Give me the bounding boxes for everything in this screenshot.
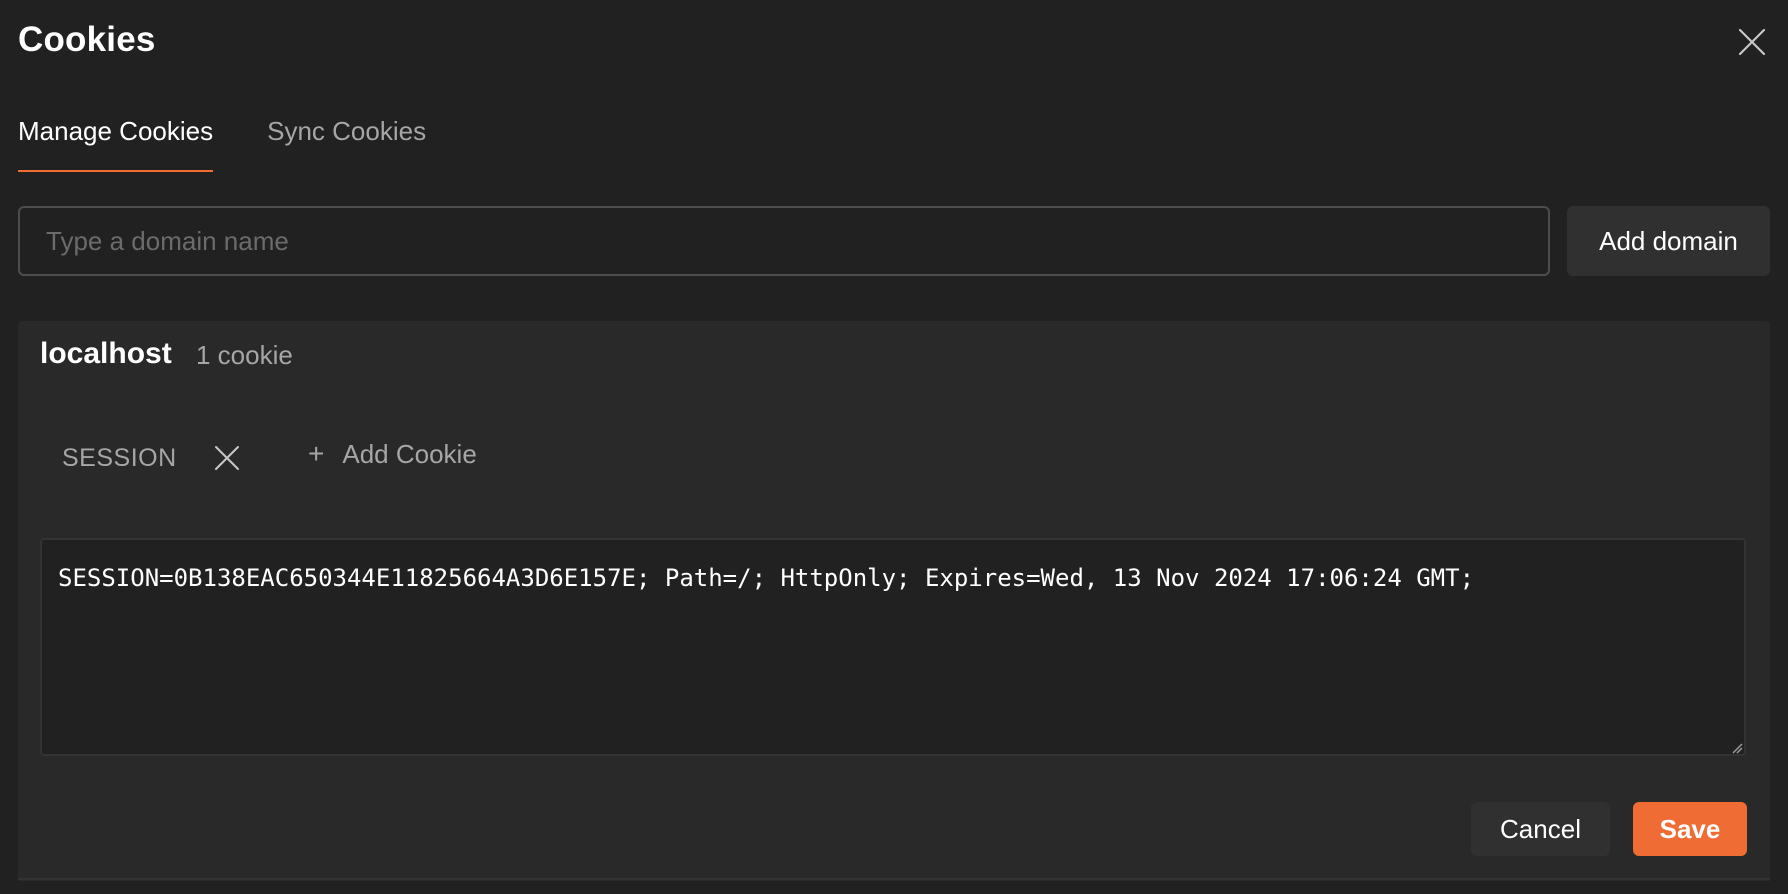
x-icon[interactable]	[213, 444, 241, 472]
add-cookie-button[interactable]: + Add Cookie	[308, 431, 477, 477]
add-cookie-label: Add Cookie	[342, 438, 477, 469]
domain-name: localhost	[40, 337, 172, 370]
cookie-chip-session: SESSION	[62, 435, 241, 481]
close-icon[interactable]	[1732, 22, 1772, 62]
divider	[18, 878, 1770, 880]
cancel-button[interactable]: Cancel	[1471, 802, 1610, 856]
plus-icon: +	[308, 438, 325, 469]
cookies-dialog: Cookies Manage Cookies Sync Cookies Add …	[0, 0, 1788, 894]
tab-bar: Manage Cookies Sync Cookies	[18, 116, 480, 172]
tab-manage-cookies[interactable]: Manage Cookies	[18, 116, 214, 172]
cookie-value-editor[interactable]	[40, 538, 1746, 756]
domain-panel-localhost: localhost 1 cookie SESSION + Add Cookie …	[18, 321, 1770, 881]
save-button[interactable]: Save	[1633, 802, 1747, 856]
domain-name-input[interactable]	[18, 206, 1550, 276]
dialog-title: Cookies	[18, 20, 156, 59]
cookie-count: 1 cookie	[196, 340, 293, 370]
cookie-chip-label[interactable]: SESSION	[62, 444, 177, 473]
add-domain-button[interactable]: Add domain	[1567, 206, 1770, 276]
tab-sync-cookies[interactable]: Sync Cookies	[267, 116, 426, 172]
resize-handle-icon[interactable]	[1731, 741, 1743, 754]
